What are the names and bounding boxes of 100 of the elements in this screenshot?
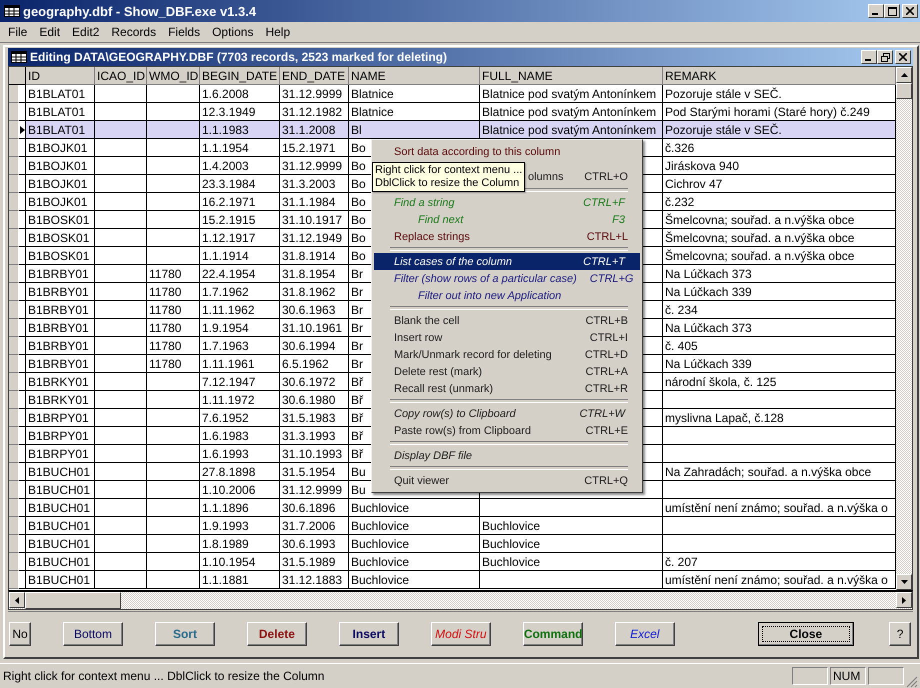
- context-menu-item[interactable]: List cases of the column CTRL+T: [374, 253, 640, 270]
- menu-item[interactable]: Edit: [33, 25, 66, 39]
- table-cell: 15.2.1971: [280, 139, 349, 157]
- row-indicator[interactable]: [9, 301, 19, 319]
- row-indicator[interactable]: [9, 535, 19, 553]
- row-indicator[interactable]: [9, 517, 19, 535]
- row-indicator[interactable]: [9, 211, 19, 229]
- minimize-button[interactable]: [868, 4, 884, 18]
- table-cell: [147, 463, 200, 481]
- toolbar-button[interactable]: Sort: [154, 622, 215, 646]
- table-cell: [147, 175, 200, 193]
- table-cell: Blatnice pod svatým Antonínkem: [480, 85, 663, 103]
- column-header[interactable]: FULL_NAME: [480, 67, 663, 85]
- table-cell: [95, 517, 147, 535]
- table-cell: 1.6.1993: [200, 445, 280, 463]
- table-cell: B1BUCH01: [26, 517, 95, 535]
- column-header[interactable]: WMO_ID: [147, 67, 200, 85]
- table-cell: 1.6.1983: [200, 427, 280, 445]
- table-cell: [147, 481, 200, 499]
- row-indicator[interactable]: [9, 463, 19, 481]
- toolbar-button[interactable]: Insert: [338, 622, 399, 646]
- row-indicator[interactable]: [9, 481, 19, 499]
- minimize-button[interactable]: [861, 50, 877, 64]
- column-header[interactable]: REMARK: [663, 67, 896, 85]
- menu-item[interactable]: File: [2, 25, 34, 39]
- column-header[interactable]: NAME: [349, 67, 480, 85]
- table-cell: [147, 499, 200, 517]
- row-indicator[interactable]: [9, 373, 19, 391]
- row-indicator[interactable]: [9, 121, 19, 139]
- row-indicator[interactable]: [9, 139, 19, 157]
- table-cell: B1BRPY01: [26, 427, 95, 445]
- table-cell: 1.11.1961: [200, 355, 280, 373]
- table-cell: B1BUCH01: [26, 463, 95, 481]
- resize-grip-icon: [906, 676, 918, 688]
- row-indicator[interactable]: [9, 499, 19, 517]
- scroll-thumb[interactable]: [896, 83, 912, 99]
- horizontal-scrollbar[interactable]: [8, 590, 913, 610]
- table-cell: [147, 139, 200, 157]
- table-cell: Na Lúčkach 339: [663, 355, 896, 373]
- row-indicator[interactable]: [9, 409, 19, 427]
- row-indicator[interactable]: [9, 85, 19, 103]
- table-cell: 31.1.2008: [280, 121, 349, 139]
- scroll-thumb[interactable]: [25, 592, 121, 609]
- toolbar-button[interactable]: Bottom: [62, 622, 123, 646]
- row-indicator[interactable]: [9, 265, 19, 283]
- column-header[interactable]: END_DATE: [280, 67, 349, 85]
- column-header[interactable]: BEGIN_DATE: [200, 67, 280, 85]
- toolbar-button[interactable]: Close: [758, 622, 854, 646]
- table-cell: [147, 391, 200, 409]
- row-indicator[interactable]: [9, 157, 19, 175]
- header-corner: [9, 67, 26, 85]
- row-indicator[interactable]: [9, 355, 19, 373]
- row-indicator[interactable]: [9, 391, 19, 409]
- table-cell: B1BLAT01: [26, 121, 95, 139]
- restore-button[interactable]: [877, 50, 893, 64]
- close-button[interactable]: [902, 4, 918, 18]
- table-cell: B1BUCH01: [26, 499, 95, 517]
- row-indicator[interactable]: [9, 283, 19, 301]
- row-indicator[interactable]: [9, 193, 19, 211]
- menu-item[interactable]: Help: [259, 25, 296, 39]
- row-indicator[interactable]: [9, 247, 19, 265]
- table-cell: [95, 319, 147, 337]
- toolbar-button[interactable]: Excel: [614, 622, 675, 646]
- row-indicator[interactable]: [9, 571, 19, 589]
- toolbar-button[interactable]: ?: [889, 622, 912, 646]
- table-cell: 31.5.1954: [280, 463, 349, 481]
- toolbar-button[interactable]: No: [9, 622, 31, 646]
- table-cell: B1BRBY01: [26, 319, 95, 337]
- table-cell: B1BOJK01: [26, 193, 95, 211]
- table-cell: 11780: [147, 265, 200, 283]
- menu-item[interactable]: Fields: [162, 25, 206, 39]
- table-cell: 1.8.1989: [200, 535, 280, 553]
- table-cell: [95, 355, 147, 373]
- table-cell: [95, 535, 147, 553]
- vertical-scrollbar[interactable]: [896, 67, 912, 590]
- toolbar-button[interactable]: Delete: [246, 622, 307, 646]
- table-cell: [147, 571, 200, 589]
- menu-item[interactable]: Edit2: [66, 25, 106, 39]
- close-button[interactable]: [895, 50, 911, 64]
- table-cell: Na Zahradách; souřad. a n.výška obce: [663, 463, 896, 481]
- row-indicator[interactable]: [9, 175, 19, 193]
- window-title: geography.dbf - Show_DBF.exe v1.3.4: [23, 4, 258, 18]
- table-cell: B1BRPY01: [26, 409, 95, 427]
- menu-item[interactable]: Options: [206, 25, 260, 39]
- column-header[interactable]: ICAO_ID: [95, 67, 147, 85]
- maximize-button[interactable]: [884, 4, 900, 18]
- row-indicator[interactable]: [9, 229, 19, 247]
- table-cell: [95, 481, 147, 499]
- menu-item[interactable]: Records: [105, 25, 162, 39]
- row-indicator[interactable]: [9, 553, 19, 571]
- maximize-icon: [888, 6, 896, 16]
- row-indicator[interactable]: [9, 337, 19, 355]
- row-indicator[interactable]: [9, 445, 19, 463]
- toolbar-button[interactable]: Command: [522, 622, 583, 646]
- row-indicator[interactable]: [9, 427, 19, 445]
- table-cell: 30.6.1896: [280, 499, 349, 517]
- toolbar-button[interactable]: Modi Stru: [430, 622, 491, 646]
- row-indicator[interactable]: [9, 319, 19, 337]
- row-indicator[interactable]: [9, 103, 19, 121]
- column-header[interactable]: ID: [26, 67, 95, 85]
